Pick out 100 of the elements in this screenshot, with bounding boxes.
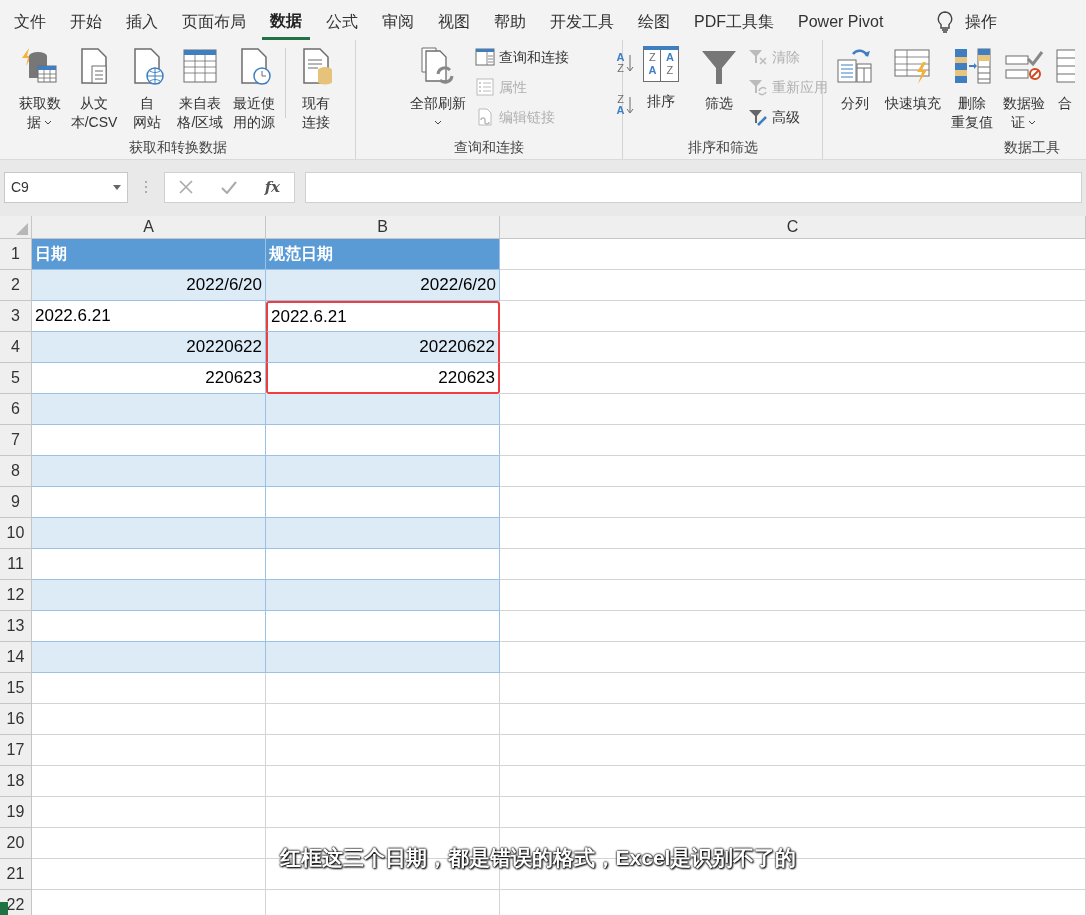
table-cell: 20220622 xyxy=(266,332,500,363)
sort-panel-icon: Z A A Z xyxy=(643,46,680,82)
video-subtitle: 红框这三个日期，都是错误的格式，Excel是识别不了的 xyxy=(279,845,797,872)
ribbon-button[interactable]: 合 xyxy=(1049,40,1080,137)
row-number: 10 xyxy=(6,523,25,543)
ribbon-button[interactable]: 获取数 据 xyxy=(13,40,66,137)
row-number: 1 xyxy=(11,244,20,264)
ribbon-tab[interactable]: Power Pivot xyxy=(790,4,892,40)
caret-icon xyxy=(1028,120,1036,125)
row-number: 14 xyxy=(6,647,25,667)
cancel-icon[interactable] xyxy=(178,180,193,194)
row-header[interactable]: 11 xyxy=(0,549,32,580)
ribbon-button[interactable]: 快速填充 xyxy=(879,40,946,137)
table-cell: 2022/6/20 xyxy=(266,270,500,301)
table-icon xyxy=(1054,46,1075,86)
ribbon-button[interactable]: 全部刷新 xyxy=(405,40,471,137)
ribbon-small-button[interactable]: 查询和连接 xyxy=(475,46,569,68)
arrow-down-icon xyxy=(626,54,635,72)
row-header[interactable]: 9 xyxy=(0,487,32,518)
lightbulb-icon[interactable] xyxy=(937,11,954,33)
ribbon-tab[interactable]: 开发工具 xyxy=(542,4,622,40)
table-cell: 220623 xyxy=(32,363,266,394)
row-header[interactable]: 20 xyxy=(0,828,32,859)
ribbon-tab[interactable]: 绘图 xyxy=(630,4,678,40)
ribbon-button[interactable]: 从文 本/CSV xyxy=(65,40,123,137)
funnel-cross-icon xyxy=(748,48,769,66)
row-header[interactable]: 2 xyxy=(0,270,32,301)
sort-button[interactable]: Z A xyxy=(616,88,635,122)
ribbon-button[interactable]: 自 网站 xyxy=(122,40,173,137)
caret-icon xyxy=(434,120,442,125)
row-header[interactable]: 22 xyxy=(0,890,32,915)
ribbon-tab[interactable]: 审阅 xyxy=(374,4,422,40)
row-number: 7 xyxy=(11,430,20,450)
row-header[interactable]: 10 xyxy=(0,518,32,549)
ribbon-tab[interactable]: 视图 xyxy=(430,4,478,40)
ribbon-button[interactable]: 分列 xyxy=(829,40,880,137)
cell-reference: C9 xyxy=(11,177,29,197)
name-box[interactable]: C9 xyxy=(4,171,128,203)
database-table-icon xyxy=(19,46,60,86)
ribbon-tab[interactable]: 插入 xyxy=(118,4,166,40)
row-number: 12 xyxy=(6,585,25,605)
row-number: 11 xyxy=(7,554,24,574)
row-number: 15 xyxy=(6,678,25,698)
row-header[interactable]: 7 xyxy=(0,425,32,456)
row-number: 6 xyxy=(11,399,20,419)
ribbon-button[interactable]: 最近使 用的源 xyxy=(228,40,281,137)
row-header[interactable]: 17 xyxy=(0,735,32,766)
group-label: 获取和转换数据 xyxy=(128,138,227,157)
row-number: 4 xyxy=(11,337,20,357)
ribbon-tab[interactable]: 文件 xyxy=(6,4,54,40)
ribbon-button[interactable]: 筛选 xyxy=(694,40,745,137)
row-number: 19 xyxy=(6,802,25,822)
ribbon-tab[interactable]: PDF工具集 xyxy=(686,4,782,40)
row-header[interactable]: 21 xyxy=(0,859,32,890)
row-number: 22 xyxy=(6,895,25,915)
ribbon-button[interactable]: 删除 重复值 xyxy=(945,40,998,137)
sort-letters-icon: A Z xyxy=(616,52,625,74)
sort-button[interactable]: A Z xyxy=(616,46,635,80)
row-header[interactable]: 8 xyxy=(0,456,32,487)
row-header[interactable]: 3 xyxy=(0,301,32,332)
check-icon[interactable] xyxy=(220,180,237,194)
ribbon-button[interactable]: 数据验 证 xyxy=(997,40,1050,137)
row-number: 16 xyxy=(6,709,25,729)
column-title: 规范日期 xyxy=(266,239,500,270)
select-all-icon[interactable] xyxy=(16,223,28,235)
ribbon-button[interactable]: 现有 连接 xyxy=(291,40,342,137)
ribbon-tab[interactable]: 帮助 xyxy=(486,4,534,40)
formula-input[interactable] xyxy=(305,171,1082,203)
column-header[interactable]: C xyxy=(500,216,1086,239)
row-header[interactable]: 6 xyxy=(0,394,32,425)
row-header[interactable]: 4 xyxy=(0,332,32,363)
row-header[interactable]: 18 xyxy=(0,766,32,797)
row-header[interactable]: 12 xyxy=(0,580,32,611)
ribbon-button[interactable]: Z A A Z 排序 xyxy=(638,40,685,137)
row-header[interactable]: 5 xyxy=(0,363,32,394)
list-icon xyxy=(475,78,495,96)
tell-me-field[interactable]: 操作 xyxy=(965,10,998,34)
row-header[interactable]: 15 xyxy=(0,673,32,704)
ribbon-button[interactable]: 来自表 格/区域 xyxy=(172,40,229,137)
insert-function-button[interactable]: fx xyxy=(264,175,281,199)
row-number: 17 xyxy=(6,740,25,760)
ribbon-tab[interactable]: 页面布局 xyxy=(174,4,254,40)
dropdown-icon[interactable] xyxy=(113,184,121,190)
ribbon-tab[interactable]: 数据 xyxy=(262,4,310,40)
row-header[interactable]: 16 xyxy=(0,704,32,735)
ribbon-small-button[interactable]: 高级 xyxy=(748,106,829,128)
column-header[interactable]: A xyxy=(32,216,266,239)
column-header[interactable]: B xyxy=(266,216,500,239)
ribbon-tab[interactable]: 开始 xyxy=(62,4,110,40)
table-cell: 20220622 xyxy=(32,332,266,363)
ribbon-tab[interactable]: 公式 xyxy=(318,4,366,40)
row-number: 2 xyxy=(11,275,20,295)
row-header[interactable]: 14 xyxy=(0,642,32,673)
row-header[interactable]: 1 xyxy=(0,239,32,270)
row-header[interactable]: 19 xyxy=(0,797,32,828)
row-number: 13 xyxy=(6,616,25,636)
row-number: 18 xyxy=(6,771,25,791)
row-header[interactable]: 13 xyxy=(0,611,32,642)
row-number: 8 xyxy=(11,461,20,481)
table-cell: 2022/6/20 xyxy=(32,270,266,301)
